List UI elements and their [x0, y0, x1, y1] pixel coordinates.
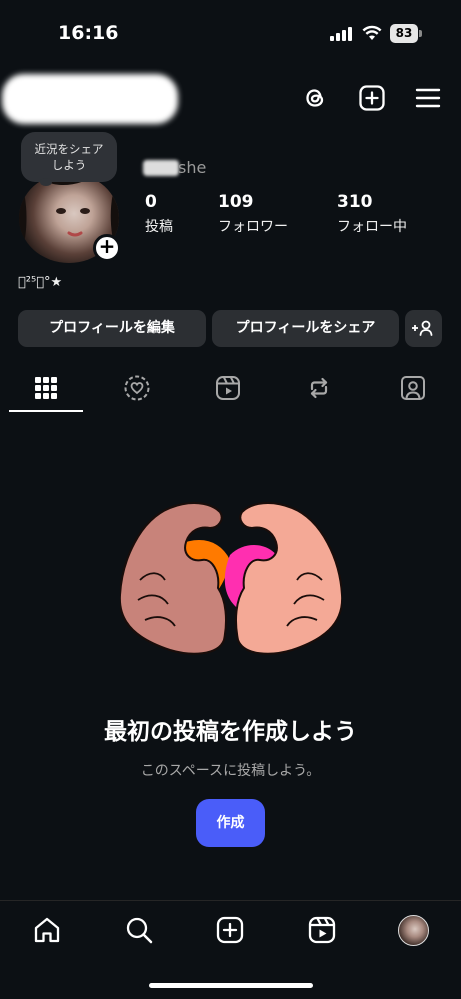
battery-level: 83 — [390, 24, 418, 43]
profile-nav-avatar[interactable] — [398, 915, 429, 946]
stat-following-count: 310 — [337, 192, 373, 212]
discover-people-button[interactable] — [405, 310, 442, 347]
stat-following[interactable]: 310 フォロー中 — [337, 192, 407, 236]
stat-followers[interactable]: 109 フォロワー — [218, 192, 288, 236]
create-post-button[interactable]: 作成 — [196, 799, 265, 847]
empty-state-subtitle: このスペースに投稿しよう。 — [140, 763, 321, 779]
stat-followers-count: 109 — [218, 192, 254, 212]
create-plus-icon[interactable] — [358, 84, 386, 112]
reels-nav-icon[interactable] — [307, 915, 337, 945]
threads-icon[interactable] — [301, 84, 329, 112]
empty-state-title: 最初の投稿を作成しよう — [104, 719, 357, 745]
empty-state-illustration — [120, 502, 342, 655]
active-tab-indicator — [9, 410, 83, 412]
username-redacted[interactable] — [2, 74, 178, 124]
home-indicator[interactable] — [149, 983, 313, 988]
display-name-redacted — [143, 160, 179, 176]
cellular-signal-icon — [330, 27, 352, 41]
grid-icon[interactable] — [32, 374, 60, 402]
battery-indicator: 83 — [390, 24, 422, 43]
search-icon[interactable] — [124, 915, 154, 945]
status-time: 16:16 — [58, 22, 119, 44]
add-person-icon — [412, 320, 433, 336]
highlights-heart-icon[interactable] — [123, 374, 151, 402]
share-profile-button[interactable]: プロフィールをシェア — [212, 310, 399, 347]
profile-tabs — [0, 360, 461, 414]
note-bubble[interactable]: 近況をシェア しよう — [21, 132, 117, 182]
note-bubble-tail — [40, 178, 52, 186]
reposts-icon[interactable] — [305, 374, 333, 402]
profile-bio: 𧢇²⁵･°★ — [18, 275, 63, 290]
note-line-2: しよう — [51, 158, 87, 172]
display-name: she — [178, 158, 207, 177]
stat-following-label: フォロー中 — [337, 219, 407, 235]
battery-tip — [419, 30, 422, 37]
note-line-1: 近況をシェア — [34, 142, 104, 156]
tagged-icon[interactable] — [399, 374, 427, 402]
hamburger-menu-icon[interactable] — [414, 84, 442, 112]
stat-posts[interactable]: 0 投稿 — [145, 192, 173, 236]
reels-icon[interactable] — [214, 374, 242, 402]
add-story-button[interactable]: + — [93, 234, 121, 262]
status-bar: 16:16 83 — [0, 0, 461, 66]
profile-header — [0, 66, 461, 130]
edit-profile-button[interactable]: プロフィールを編集 — [18, 310, 206, 347]
stat-followers-label: フォロワー — [218, 219, 288, 235]
create-icon[interactable] — [215, 915, 245, 945]
stat-posts-count: 0 — [145, 192, 157, 212]
home-icon[interactable] — [32, 915, 62, 945]
stat-posts-label: 投稿 — [145, 219, 173, 235]
wifi-icon — [362, 25, 382, 40]
